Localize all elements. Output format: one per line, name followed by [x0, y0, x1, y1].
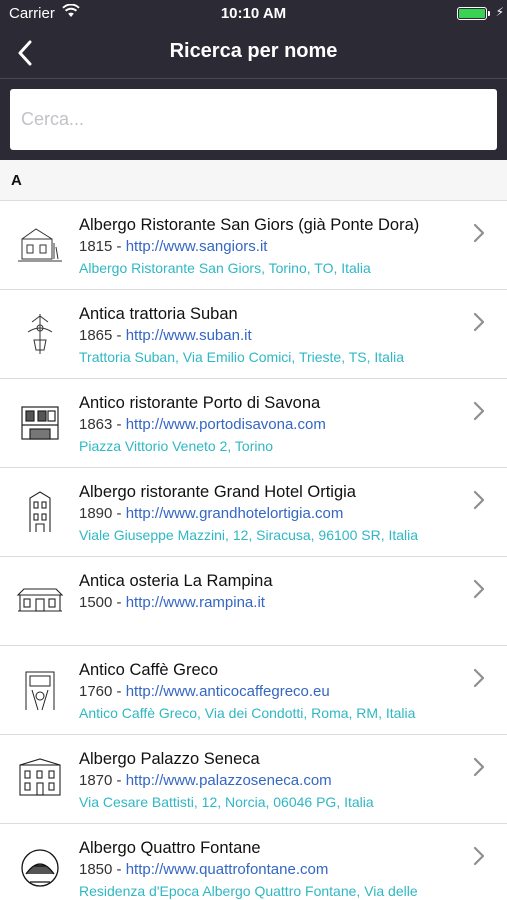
- restaurant-thumbnail: [16, 844, 64, 892]
- restaurant-address[interactable]: Piazza Vittorio Veneto 2, Torino: [79, 436, 459, 456]
- year-and-website: 1500 - http://www.rampina.it: [79, 594, 265, 611]
- restaurant-thumbnail: [16, 221, 64, 269]
- year-and-website: 1863 - http://www.portodisavona.com: [79, 416, 326, 433]
- chevron-right-icon: [473, 312, 485, 337]
- founding-year: 1500: [79, 594, 113, 611]
- founding-year: 1870: [79, 772, 113, 789]
- year-and-website: 1815 - http://www.sangiors.it: [79, 238, 268, 255]
- chevron-right-icon: [473, 490, 485, 515]
- restaurant-address[interactable]: Viale Giuseppe Mazzini, 12, Siracusa, 96…: [79, 525, 459, 545]
- year-and-website: 1870 - http://www.palazzoseneca.com: [79, 772, 332, 789]
- chevron-right-icon: [473, 668, 485, 693]
- restaurant-name: Albergo Quattro Fontane: [79, 839, 261, 857]
- website-link[interactable]: http://www.portodisavona.com: [126, 416, 326, 433]
- list-item[interactable]: Antica trattoria Suban 1865 - http://www.…: [0, 290, 507, 379]
- battery-tip: [488, 11, 490, 16]
- restaurant-address[interactable]: Residenza d'Epoca Albergo Quattro Fontan…: [79, 881, 459, 900]
- list-item[interactable]: Albergo ristorante Grand Hotel Ortigia 18…: [0, 468, 507, 557]
- year-and-website: 1890 - http://www.grandhotelortigia.com: [79, 505, 344, 522]
- website-link[interactable]: http://www.suban.it: [126, 327, 252, 344]
- restaurant-thumbnail: [16, 310, 64, 358]
- restaurant-name: Albergo ristorante Grand Hotel Ortigia: [79, 483, 356, 501]
- founding-year: 1890: [79, 505, 113, 522]
- battery-icon: [457, 7, 487, 20]
- year-and-website: 1850 - http://www.quattrofontane.com: [79, 861, 329, 878]
- website-link[interactable]: http://www.quattrofontane.com: [126, 861, 329, 878]
- list-item[interactable]: Albergo Quattro Fontane 1850 - http://www…: [0, 824, 507, 900]
- restaurant-address[interactable]: Antico Caffè Greco, Via dei Condotti, Ro…: [79, 703, 459, 723]
- founding-year: 1863: [79, 416, 113, 433]
- chevron-right-icon: [473, 579, 485, 604]
- charging-icon: ⚡: [495, 5, 504, 19]
- status-time: 10:10 AM: [220, 5, 287, 22]
- list-item[interactable]: Antica osteria La Rampina 1500 - http://w…: [0, 557, 507, 646]
- search-input[interactable]: [10, 89, 497, 150]
- restaurant-thumbnail: [16, 755, 64, 803]
- section-header: A: [0, 160, 507, 201]
- founding-year: 1850: [79, 861, 113, 878]
- navigation-bar: Ricerca per nome: [0, 28, 507, 78]
- restaurant-name: Albergo Ristorante San Giors (già Ponte …: [79, 216, 420, 234]
- list-item[interactable]: Albergo Palazzo Seneca 1870 - http://www.…: [0, 735, 507, 824]
- list-item[interactable]: Antico ristorante Porto di Savona 1863 - …: [0, 379, 507, 468]
- chevron-right-icon: [473, 401, 485, 426]
- chevron-right-icon: [473, 846, 485, 871]
- page-title: Ricerca per nome: [169, 40, 338, 62]
- year-and-website: 1760 - http://www.anticocaffegreco.eu: [79, 683, 330, 700]
- restaurant-address[interactable]: Trattoria Suban, Via Emilio Comici, Trie…: [79, 347, 459, 367]
- restaurant-name: Antico ristorante Porto di Savona: [79, 394, 321, 412]
- website-link[interactable]: http://www.rampina.it: [126, 594, 265, 611]
- restaurant-name: Antica osteria La Rampina: [79, 572, 273, 590]
- restaurant-thumbnail: [16, 488, 64, 536]
- year-and-website: 1865 - http://www.suban.it: [79, 327, 252, 344]
- website-link[interactable]: http://www.sangiors.it: [126, 238, 268, 255]
- header-area: Carrier 10:10 AM ⚡ Ricerca per nome: [0, 0, 507, 160]
- status-bar: Carrier 10:10 AM ⚡: [0, 0, 507, 28]
- chevron-right-icon: [473, 223, 485, 248]
- website-link[interactable]: http://www.palazzoseneca.com: [126, 772, 332, 789]
- founding-year: 1815: [79, 238, 113, 255]
- restaurant-name: Albergo Palazzo Seneca: [79, 750, 260, 768]
- founding-year: 1760: [79, 683, 113, 700]
- chevron-right-icon: [473, 757, 485, 782]
- restaurant-thumbnail: [16, 666, 64, 714]
- list-item[interactable]: Antico Caffè Greco 1760 - http://www.anti…: [0, 646, 507, 735]
- restaurant-thumbnail: [16, 399, 64, 447]
- restaurant-thumbnail: [16, 577, 64, 625]
- restaurant-name: Antico Caffè Greco: [79, 661, 219, 679]
- founding-year: 1865: [79, 327, 113, 344]
- list-item[interactable]: Albergo Ristorante San Giors (già Ponte …: [0, 201, 507, 290]
- website-link[interactable]: http://www.anticocaffegreco.eu: [126, 683, 330, 700]
- website-link[interactable]: http://www.grandhotelortigia.com: [126, 505, 344, 522]
- restaurant-address[interactable]: Via Cesare Battisti, 12, Norcia, 06046 P…: [79, 792, 459, 812]
- section-letter: A: [11, 172, 22, 189]
- restaurant-address[interactable]: Albergo Ristorante San Giors, Torino, TO…: [79, 258, 459, 278]
- restaurant-name: Antica trattoria Suban: [79, 305, 238, 323]
- search-box[interactable]: [10, 89, 497, 150]
- nav-divider: [0, 78, 507, 79]
